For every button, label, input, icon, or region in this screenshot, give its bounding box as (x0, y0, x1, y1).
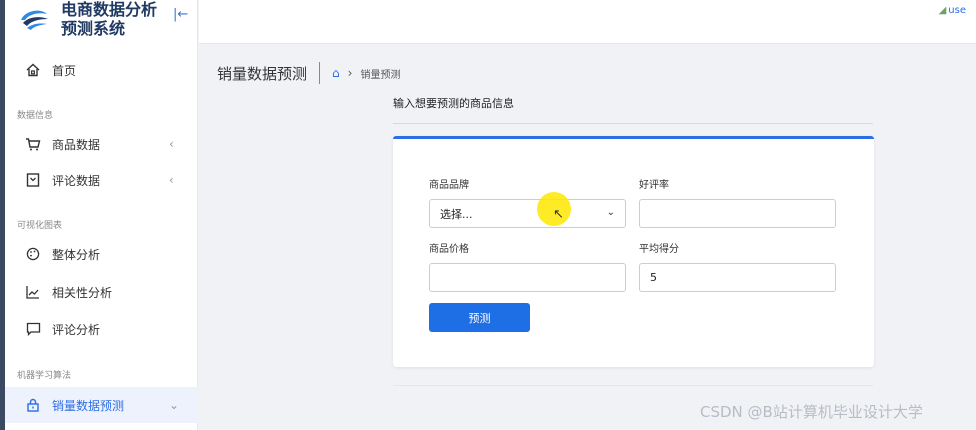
sidebar-item-home[interactable]: 首页 (5, 52, 198, 88)
breadcrumb-current: 销量预测 (360, 69, 401, 81)
sidebar-item-label: 首页 (52, 63, 77, 78)
sidebar-item-product-data[interactable]: 商品数据 ‹ (5, 126, 198, 162)
palette-icon (25, 246, 41, 262)
brand-select[interactable]: 选择... ⌄ (429, 199, 626, 228)
watermark: CSDN @B站计算机毕业设计大学 (700, 403, 923, 421)
sidebar-item-label: 评论数据 (52, 173, 101, 188)
home-icon (25, 62, 41, 78)
sidebar-item-label: 相关性分析 (52, 285, 113, 300)
brand-title-line1: 电商数据分析 (61, 0, 158, 19)
comment-icon (25, 321, 41, 337)
breadcrumb-home-icon[interactable]: ⌂ (332, 66, 340, 80)
user-label: use (948, 5, 966, 16)
divider (393, 123, 873, 124)
form-heading: 输入想要预测的商品信息 (393, 97, 514, 110)
brand-title: 电商数据分析 预测系统 (61, 0, 157, 38)
breadcrumb-separator-icon: › (347, 66, 353, 80)
rating-label: 好评率 (639, 180, 669, 191)
divider (319, 62, 321, 84)
prediction-form-card: 商品品牌 选择... ⌄ 好评率 商品价格 平均得分 5 预测 (393, 136, 874, 367)
rating-input[interactable] (639, 199, 836, 228)
chevron-down-icon: ⌄ (606, 207, 615, 218)
collapse-sidebar-icon[interactable]: |← (173, 7, 188, 22)
price-label: 商品价格 (429, 244, 469, 255)
mouse-cursor-icon: ↖ (553, 207, 564, 222)
sidebar-item-label: 销量数据预测 (52, 398, 125, 413)
brand[interactable]: 电商数据分析 预测系统 |← (5, 0, 198, 44)
sidebar-section-ml: 机器学习算法 (17, 371, 72, 381)
price-input[interactable] (429, 263, 626, 292)
cart-icon (25, 136, 41, 152)
predict-button[interactable]: 预测 (429, 303, 530, 332)
sidebar: 电商数据分析 预测系统 |← 首页 数据信息 商品数据 ‹ 评论数据 ‹ 可视化… (0, 0, 198, 430)
logo-icon (21, 10, 48, 30)
divider (393, 385, 873, 386)
sidebar-item-sales-prediction[interactable]: 销量数据预测 ⌄ (5, 387, 198, 423)
user-avatar[interactable]: ◢ use (939, 5, 966, 16)
page-title: 销量数据预测 (217, 64, 308, 83)
line-chart-icon (25, 284, 41, 300)
sidebar-item-review-data[interactable]: 评论数据 ‹ (5, 162, 198, 198)
broken-image-icon: ◢ (938, 5, 947, 16)
sidebar-item-label: 整体分析 (52, 247, 101, 262)
sidebar-item-label: 商品数据 (52, 137, 101, 152)
lock-icon (25, 397, 41, 413)
score-input-value: 5 (650, 271, 657, 284)
sidebar-item-correlation-analysis[interactable]: 相关性分析 (5, 274, 198, 310)
chevron-down-icon: ⌄ (169, 398, 180, 412)
brand-title-line2: 预测系统 (61, 19, 126, 38)
sidebar-section-data: 数据信息 (17, 111, 54, 121)
chevron-left-icon: ‹ (169, 173, 174, 187)
chevron-left-icon: ‹ (169, 137, 174, 151)
score-label: 平均得分 (639, 244, 679, 255)
brand-label: 商品品牌 (429, 180, 469, 191)
sidebar-item-review-analysis[interactable]: 评论分析 (5, 311, 198, 347)
top-bar: ◢ use (199, 0, 976, 44)
sidebar-item-label: 评论分析 (52, 322, 101, 337)
score-input[interactable]: 5 (639, 263, 836, 292)
sidebar-section-charts: 可视化图表 (17, 221, 63, 231)
sidebar-item-overall-analysis[interactable]: 整体分析 (5, 236, 198, 272)
review-list-icon (25, 172, 41, 188)
page-header: 销量数据预测 ⌂ › 销量预测 (217, 62, 400, 84)
brand-select-value: 选择... (440, 207, 473, 221)
